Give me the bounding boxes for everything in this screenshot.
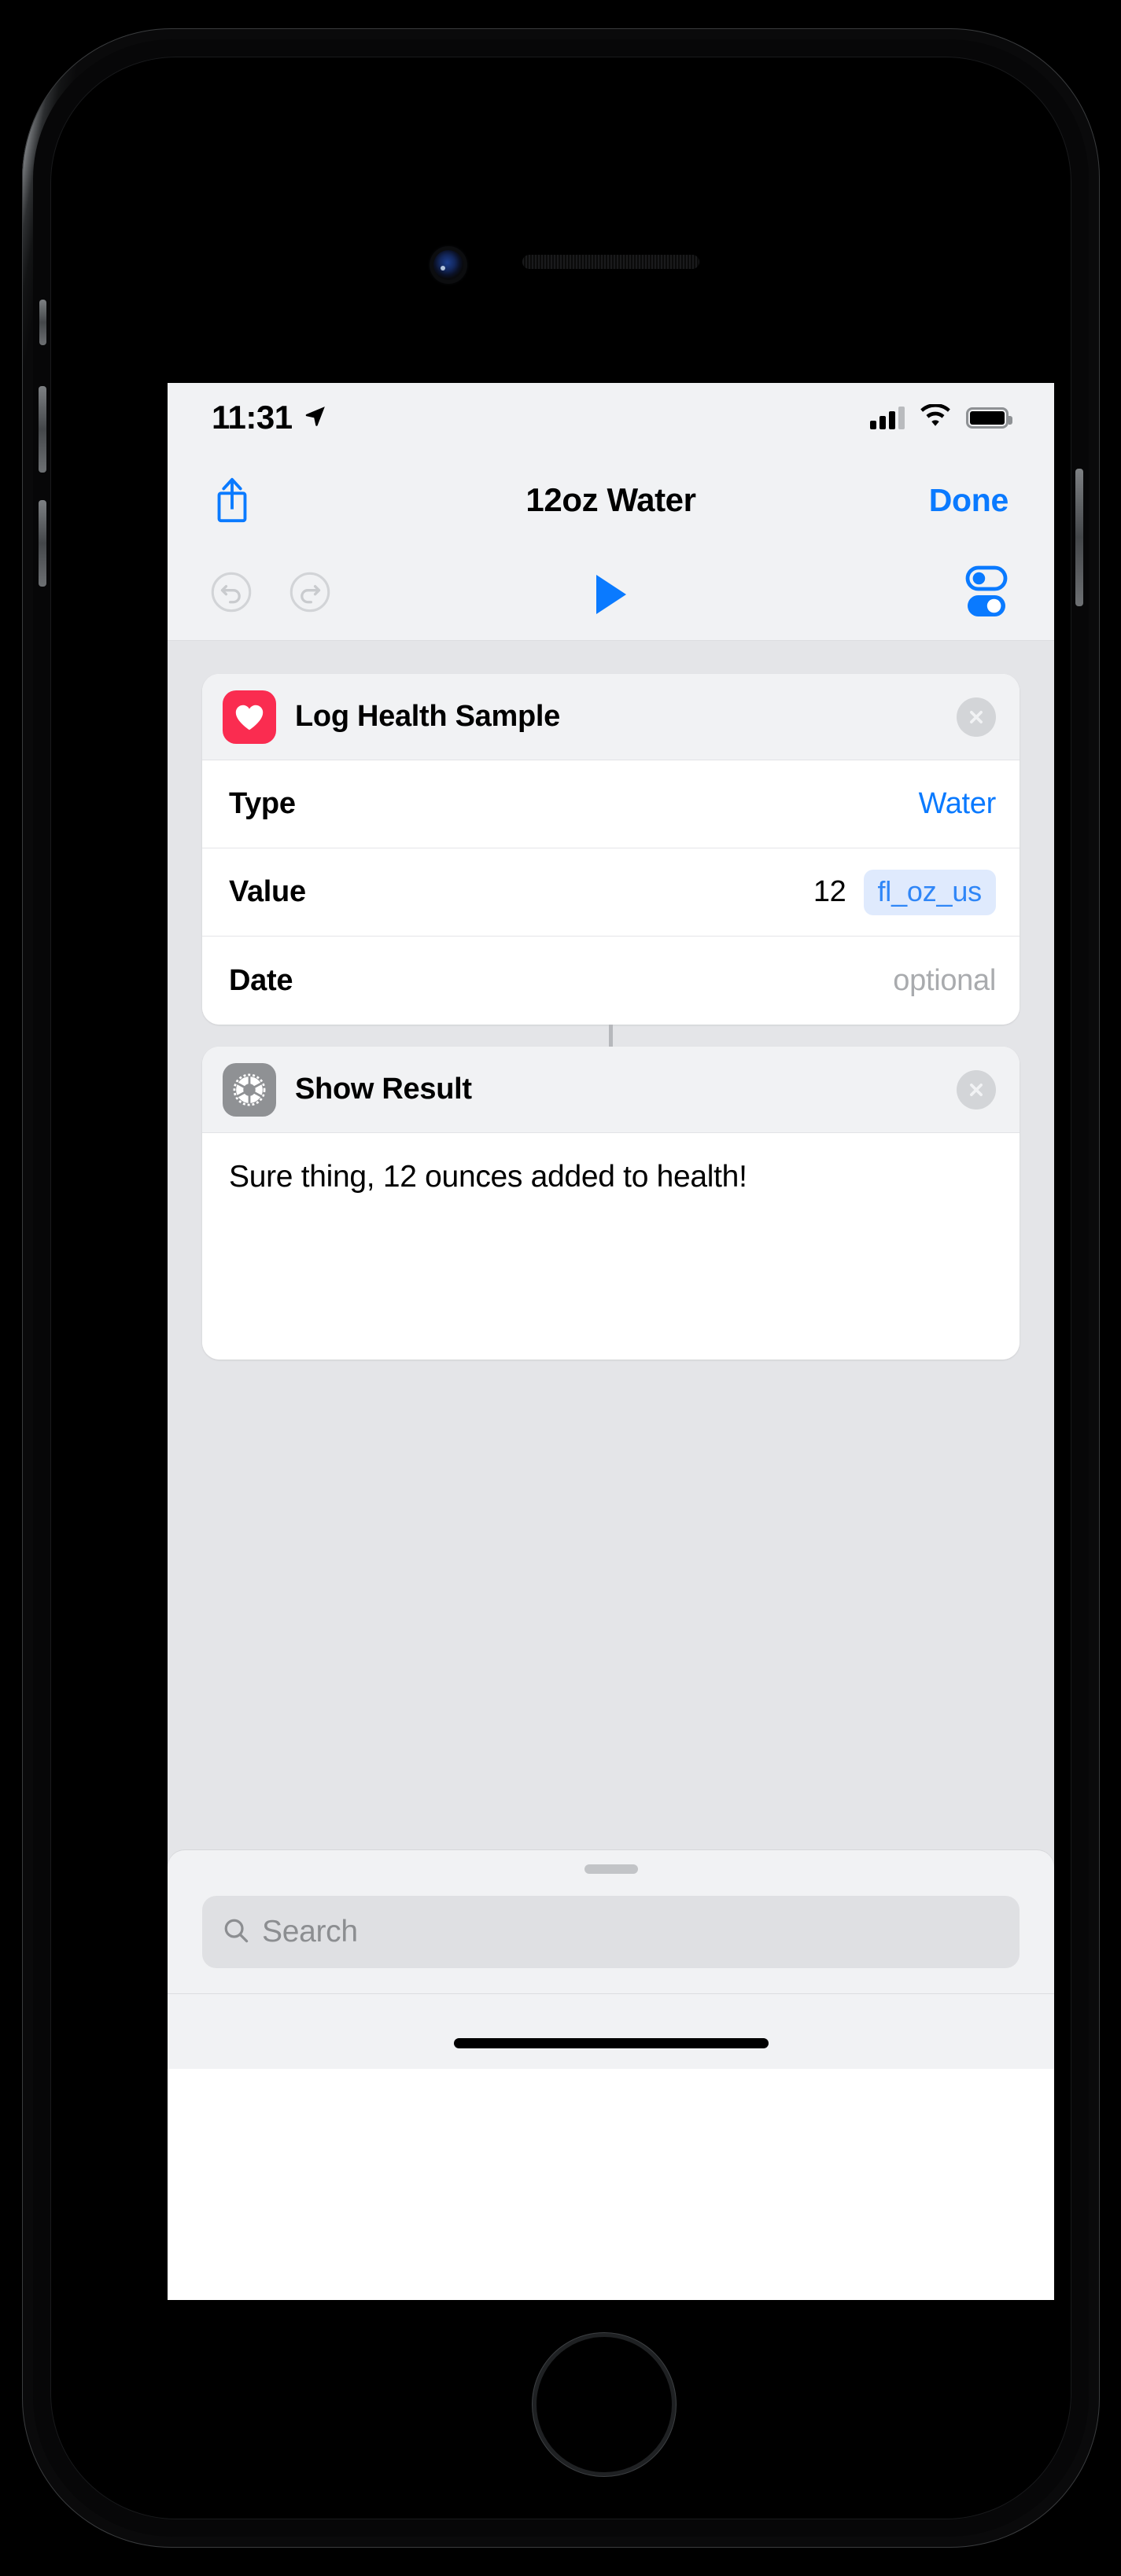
status-bar-left: 11:31	[212, 399, 327, 436]
action-connector	[609, 1025, 613, 1047]
param-label: Type	[229, 787, 296, 820]
show-result-text[interactable]: Sure thing, 12 ounces added to health!	[202, 1133, 1020, 1360]
search-icon	[223, 1917, 249, 1948]
cellular-signal-icon	[870, 406, 905, 429]
param-row-date[interactable]: Date optional	[202, 937, 1020, 1025]
unit-token[interactable]: fl_oz_us	[863, 869, 996, 915]
phone-frame: 11:31 12oz Water Done Log Health Sample …	[22, 28, 1100, 2548]
battery-full-icon	[966, 407, 1012, 429]
action-card-header: Show Result	[202, 1047, 1020, 1133]
power-button[interactable]	[1075, 469, 1083, 606]
param-label: Date	[229, 963, 293, 997]
param-label: Value	[229, 875, 306, 908]
param-value[interactable]: Water	[919, 787, 997, 821]
done-button[interactable]: Done	[929, 482, 1009, 519]
status-time: 11:31	[212, 399, 293, 436]
search-placeholder: Search	[262, 1915, 358, 1949]
mute-switch[interactable]	[39, 300, 46, 345]
editor-toolbar	[168, 548, 1054, 641]
param-value[interactable]: 12	[813, 875, 846, 909]
action-card-header: Log Health Sample	[202, 674, 1020, 760]
search-input[interactable]: Search	[202, 1896, 1020, 1968]
home-indicator-area	[168, 1993, 1054, 2069]
action-card-log-health-sample[interactable]: Log Health Sample Type Water Value 12 fl…	[202, 674, 1020, 1025]
param-placeholder[interactable]: optional	[893, 964, 996, 998]
close-circle-icon[interactable]	[957, 697, 996, 737]
play-button[interactable]	[168, 572, 1054, 616]
shortcut-canvas: Log Health Sample Type Water Value 12 fl…	[168, 641, 1054, 2069]
front-camera-icon	[433, 250, 463, 280]
sheet-grabber[interactable]	[584, 1864, 638, 1874]
home-indicator[interactable]	[453, 2038, 769, 2048]
page-title: 12oz Water	[525, 481, 696, 518]
phone-screen: 11:31 12oz Water Done Log Health Sample …	[168, 383, 1054, 2300]
phone-bezel: 11:31 12oz Water Done Log Health Sample …	[50, 57, 1071, 2519]
navigation-bar: 12oz Water Done	[168, 452, 1054, 548]
volume-up-button[interactable]	[39, 386, 46, 473]
action-title: Show Result	[295, 1073, 472, 1106]
status-bar-right	[870, 403, 1012, 432]
home-button[interactable]	[535, 2335, 673, 2474]
param-value-group: 12 fl_oz_us	[813, 869, 996, 915]
action-card-show-result[interactable]: Show Result Sure thing, 12 ounces added …	[202, 1047, 1020, 1360]
phone-inner-frame: 11:31 12oz Water Done Log Health Sample …	[33, 39, 1089, 2537]
param-row-value[interactable]: Value 12 fl_oz_us	[202, 848, 1020, 937]
status-bar: 11:31	[168, 383, 1054, 452]
gear-icon	[223, 1062, 276, 1117]
close-circle-icon[interactable]	[957, 1069, 996, 1110]
wifi-icon	[920, 403, 950, 432]
action-title: Log Health Sample	[295, 700, 560, 733]
earpiece-speaker	[522, 255, 699, 269]
share-button[interactable]	[210, 476, 254, 524]
location-arrow-icon	[304, 404, 327, 432]
heart-icon	[223, 690, 276, 744]
param-row-type[interactable]: Type Water	[202, 760, 1020, 848]
volume-down-button[interactable]	[39, 500, 46, 587]
